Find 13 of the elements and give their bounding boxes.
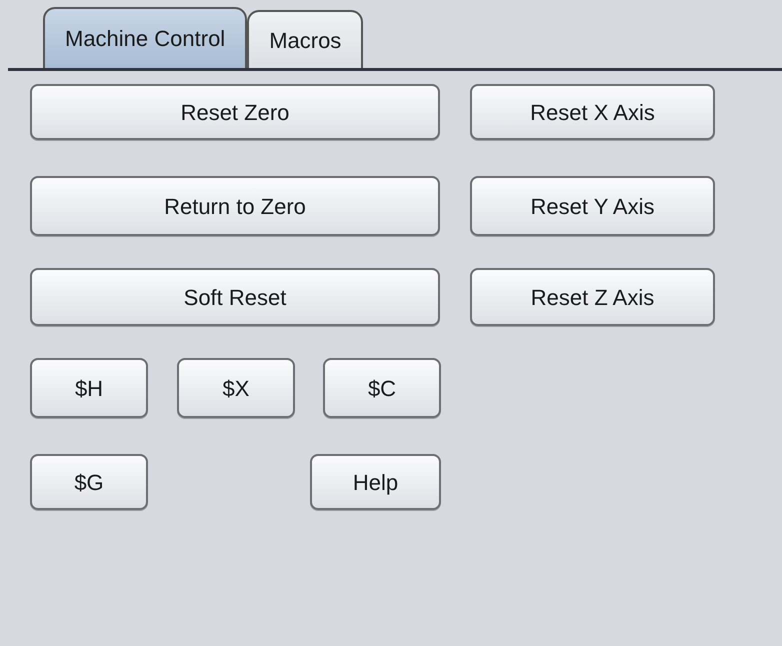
button[interactable]: $G <box>30 454 148 510</box>
button[interactable]: Reset Y Axis <box>470 176 715 236</box>
button[interactable]: $H <box>30 358 148 418</box>
button[interactable]: Reset Z Axis <box>470 268 715 326</box>
button[interactable]: $C <box>323 358 441 418</box>
button[interactable]: Soft Reset <box>30 268 440 326</box>
button[interactable]: Reset Zero <box>30 84 440 140</box>
button[interactable]: Help <box>310 454 441 510</box>
button[interactable]: Reset X Axis <box>470 84 715 140</box>
tab[interactable]: Macros <box>247 10 364 68</box>
button[interactable]: $X <box>177 358 295 418</box>
tab[interactable]: Machine Control <box>43 7 248 68</box>
button[interactable]: Return to Zero <box>30 176 440 236</box>
